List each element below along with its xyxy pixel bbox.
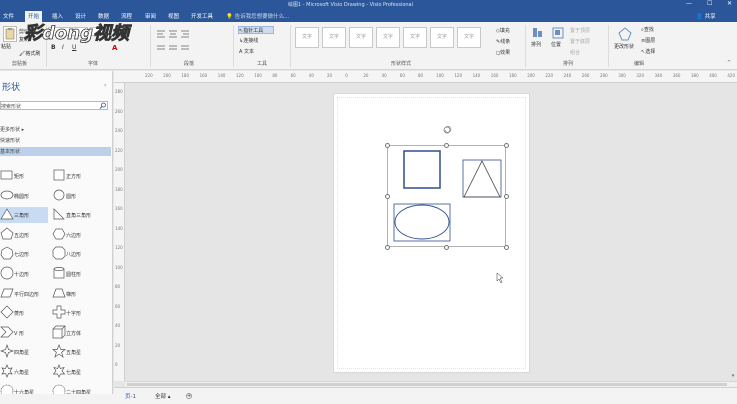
resize-handle-top-left[interactable] [385, 143, 390, 148]
horizontal-scrollbar-thumb[interactable] [127, 383, 727, 386]
all-pages-label: 全部 [155, 394, 167, 400]
status-bar: 页-1 全部 ▴ + [114, 387, 737, 404]
resize-handle-bottom-right[interactable] [504, 245, 509, 250]
resize-handle-bottom-center[interactable] [444, 245, 449, 250]
scroll-down-icon[interactable]: ▾ [729, 373, 737, 381]
drawn-shapes-layer [393, 126, 504, 284]
mouse-cursor-icon [496, 272, 504, 284]
resize-handle-top-center[interactable] [444, 143, 449, 148]
resize-handle-top-right[interactable] [504, 143, 509, 148]
resize-handle-middle-left[interactable] [385, 194, 390, 199]
resize-handle-bottom-left[interactable] [385, 245, 390, 250]
selection-box [387, 145, 506, 247]
add-page-button[interactable]: + [186, 393, 192, 399]
resize-handle-middle-right[interactable] [504, 194, 509, 199]
sidebar-bottom [0, 394, 114, 404]
page-tab[interactable]: 页-1 [125, 392, 136, 400]
all-pages-button[interactable]: 全部 ▴ [155, 392, 171, 400]
